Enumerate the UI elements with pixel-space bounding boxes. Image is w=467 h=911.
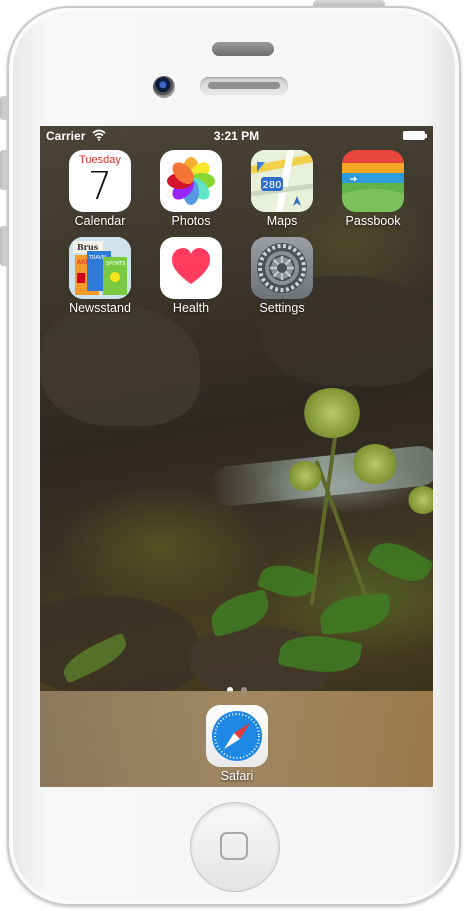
- newsstand-icon: Brus ART TRAVEL SPORTS: [69, 237, 131, 299]
- app-label: Settings: [259, 301, 305, 315]
- app-label: Health: [172, 301, 210, 315]
- app-photos[interactable]: Photos: [151, 150, 231, 232]
- app-calendar[interactable]: Tuesday 7 Calendar: [60, 150, 140, 232]
- calendar-icon: Tuesday 7: [69, 150, 131, 212]
- home-screen: Carrier 3:21 PM Tuesday 7 Calendar Photo…: [40, 126, 433, 787]
- app-label: Photos: [171, 214, 211, 228]
- photos-icon: [160, 150, 222, 212]
- app-label: Passbook: [345, 214, 401, 228]
- app-health[interactable]: Health: [151, 237, 231, 319]
- app-label: Calendar: [74, 214, 126, 228]
- home-button[interactable]: [190, 802, 280, 892]
- status-time: 3:21 PM: [213, 129, 260, 143]
- app-label: Newsstand: [69, 301, 131, 315]
- app-newsstand[interactable]: Brus ART TRAVEL SPORTS Newsstand: [60, 237, 140, 319]
- app-maps[interactable]: 280 Maps: [242, 150, 322, 232]
- top-speaker: [212, 42, 274, 56]
- calendar-day: 7: [87, 164, 113, 208]
- earpiece: [200, 77, 288, 95]
- newsstand-masthead: Brus: [77, 242, 99, 252]
- status-bar: Carrier 3:21 PM: [40, 126, 433, 146]
- dock: Safari: [40, 691, 433, 787]
- app-label: Safari: [220, 769, 254, 783]
- settings-icon: [251, 237, 313, 299]
- home-button-icon: [220, 832, 248, 860]
- passbook-icon: [342, 150, 404, 212]
- battery-icon: [403, 131, 427, 140]
- page-indicator[interactable]: [40, 680, 433, 693]
- front-camera: [153, 76, 175, 98]
- safari-icon: [206, 705, 268, 767]
- health-icon: [160, 237, 222, 299]
- app-label: Maps: [266, 214, 298, 228]
- app-safari[interactable]: Safari: [197, 705, 277, 787]
- app-settings[interactable]: Settings: [242, 237, 322, 319]
- maps-icon: 280: [251, 150, 313, 212]
- newsstand-tag-2: SPORTS: [106, 261, 125, 267]
- maps-shield-label: 280: [262, 180, 281, 191]
- app-passbook[interactable]: Passbook: [333, 150, 413, 232]
